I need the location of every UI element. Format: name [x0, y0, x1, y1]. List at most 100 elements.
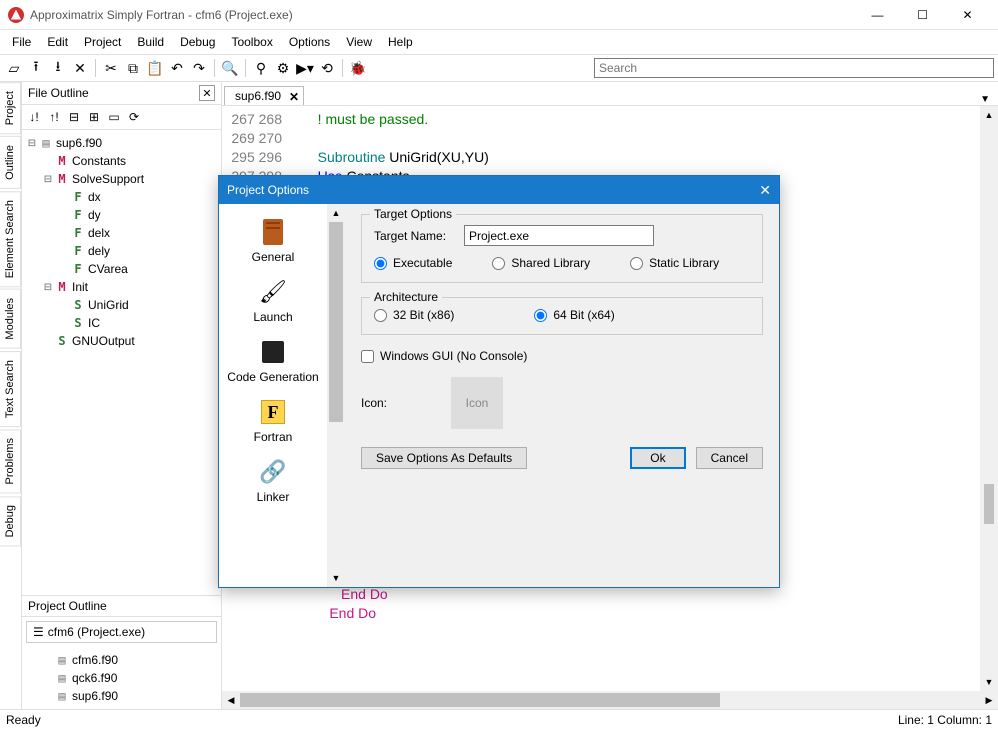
project-tree[interactable]: ▤cfm6.f90▤qck6.f90▤sup6.f90 [22, 647, 221, 709]
menu-project[interactable]: Project [76, 33, 129, 51]
scroll-down-icon[interactable]: ▼ [327, 569, 345, 587]
vtab-text-search[interactable]: Text Search [0, 351, 21, 427]
scroll-thumb[interactable] [329, 222, 343, 422]
icon-well[interactable]: Icon [451, 377, 503, 429]
maximize-button[interactable]: ☐ [900, 0, 945, 30]
menu-view[interactable]: View [338, 33, 380, 51]
radio-input[interactable] [630, 257, 643, 270]
search-icon[interactable]: 🔍 [220, 58, 240, 78]
nav-code-generation[interactable]: Code Generation [223, 334, 322, 388]
save-icon[interactable]: ⭳ [48, 58, 68, 78]
tree-item[interactable]: FCVarea [26, 260, 217, 278]
nav-fortran[interactable]: FFortran [250, 394, 297, 448]
close-tab-icon[interactable]: ✕ [289, 90, 299, 104]
ok-button[interactable]: Ok [630, 447, 685, 469]
filter-icon[interactable]: ▭ [105, 108, 123, 126]
menu-build[interactable]: Build [129, 33, 172, 51]
project-file[interactable]: ▤qck6.f90 [26, 669, 217, 687]
tree-item[interactable]: ⊟MInit [26, 278, 217, 296]
menu-file[interactable]: File [4, 33, 39, 51]
tree-item[interactable]: ⊟▤sup6.f90 [26, 134, 217, 152]
vtab-outline[interactable]: Outline [0, 136, 21, 189]
refresh-icon[interactable]: ⟳ [125, 108, 143, 126]
stop-icon[interactable]: ⟲ [317, 58, 337, 78]
close-button[interactable]: ✕ [945, 0, 990, 30]
horizontal-scrollbar[interactable]: ◀ ▶ [222, 691, 998, 709]
search-input[interactable] [594, 58, 994, 78]
nav-launch[interactable]: 🖌Launch [249, 274, 296, 328]
windows-gui-checkbox[interactable] [361, 350, 374, 363]
scroll-thumb[interactable] [984, 484, 994, 524]
file-tab[interactable]: sup6.f90 ✕ [224, 86, 304, 105]
tree-item[interactable]: Fdely [26, 242, 217, 260]
dialog-close-icon[interactable]: ✕ [759, 182, 771, 199]
tree-item[interactable]: ⊟MSolveSupport [26, 170, 217, 188]
gear-icon[interactable]: ⚙ [273, 58, 293, 78]
expand-icon[interactable]: ⊞ [85, 108, 103, 126]
project-row[interactable]: ☰ cfm6 (Project.exe) [26, 621, 217, 643]
new-icon[interactable]: ▱ [4, 58, 24, 78]
clean-icon[interactable]: ⚲ [251, 58, 271, 78]
dialog-titlebar[interactable]: Project Options ✕ [219, 176, 779, 204]
menu-toolbox[interactable]: Toolbox [223, 33, 280, 51]
menu-help[interactable]: Help [380, 33, 421, 51]
scroll-up-icon[interactable]: ▲ [327, 204, 345, 222]
collapse-icon[interactable]: ⊟ [65, 108, 83, 126]
redo-icon[interactable]: ↷ [189, 58, 209, 78]
menu-options[interactable]: Options [281, 33, 338, 51]
file-outline-tree[interactable]: ⊟▤sup6.f90MConstants⊟MSolveSupportFdxFdy… [22, 130, 221, 595]
radio-label: 64 Bit (x64) [553, 308, 614, 322]
delete-icon[interactable]: ✕ [70, 58, 90, 78]
project-file[interactable]: ▤cfm6.f90 [26, 651, 217, 669]
minimize-button[interactable]: — [855, 0, 900, 30]
sort-asc-icon[interactable]: ↓! [25, 108, 43, 126]
scroll-up-icon[interactable]: ▲ [980, 106, 998, 124]
vtab-project[interactable]: Project [0, 82, 21, 134]
file-outline-tools: ↓! ↑! ⊟ ⊞ ▭ ⟳ [22, 105, 221, 130]
tree-item[interactable]: MConstants [26, 152, 217, 170]
sort-desc-icon[interactable]: ↑! [45, 108, 63, 126]
copy-icon[interactable]: ⧉ [123, 58, 143, 78]
tab-dropdown-icon[interactable]: ▼ [972, 94, 998, 105]
vtab-debug[interactable]: Debug [0, 496, 21, 546]
vtab-problems[interactable]: Problems [0, 429, 21, 493]
project-file[interactable]: ▤sup6.f90 [26, 687, 217, 705]
radio-input[interactable] [492, 257, 505, 270]
tree-item[interactable]: Fdelx [26, 224, 217, 242]
menu-edit[interactable]: Edit [39, 33, 76, 51]
tree-item[interactable]: Fdx [26, 188, 217, 206]
arch-32-bit-x86-[interactable]: 32 Bit (x86) [374, 308, 454, 322]
vertical-scrollbar[interactable]: ▲ ▼ [980, 106, 998, 691]
tree-item[interactable]: SUniGrid [26, 296, 217, 314]
save-defaults-button[interactable]: Save Options As Defaults [361, 447, 527, 469]
nav-linker[interactable]: 🔗Linker [253, 454, 294, 508]
tree-item[interactable]: SGNUOutput [26, 332, 217, 350]
vtab-element-search[interactable]: Element Search [0, 191, 21, 287]
radio-input[interactable] [374, 309, 387, 322]
vtab-modules[interactable]: Modules [0, 289, 21, 349]
cancel-button[interactable]: Cancel [696, 447, 763, 469]
close-icon[interactable]: ✕ [199, 85, 215, 101]
run-icon[interactable]: ▶▾ [295, 58, 315, 78]
target-name-input[interactable] [464, 225, 654, 246]
radio-input[interactable] [534, 309, 547, 322]
bug-icon[interactable]: 🐞 [348, 58, 368, 78]
paste-icon[interactable]: 📋 [145, 58, 165, 78]
undo-icon[interactable]: ↶ [167, 58, 187, 78]
arch-64-bit-x64-[interactable]: 64 Bit (x64) [534, 308, 614, 322]
scroll-down-icon[interactable]: ▼ [980, 673, 998, 691]
target-type-shared-library[interactable]: Shared Library [492, 256, 590, 270]
nav-general[interactable]: General [248, 214, 299, 268]
target-type-static-library[interactable]: Static Library [630, 256, 719, 270]
menu-debug[interactable]: Debug [172, 33, 223, 51]
target-type-executable[interactable]: Executable [374, 256, 452, 270]
scroll-left-icon[interactable]: ◀ [222, 691, 240, 709]
radio-input[interactable] [374, 257, 387, 270]
open-icon[interactable]: ⭱ [26, 58, 46, 78]
tree-item[interactable]: SIC [26, 314, 217, 332]
dialog-nav-scrollbar[interactable]: ▲ ▼ [327, 204, 345, 587]
tree-item[interactable]: Fdy [26, 206, 217, 224]
scroll-thumb[interactable] [240, 693, 720, 707]
scroll-right-icon[interactable]: ▶ [980, 691, 998, 709]
cut-icon[interactable]: ✂ [101, 58, 121, 78]
